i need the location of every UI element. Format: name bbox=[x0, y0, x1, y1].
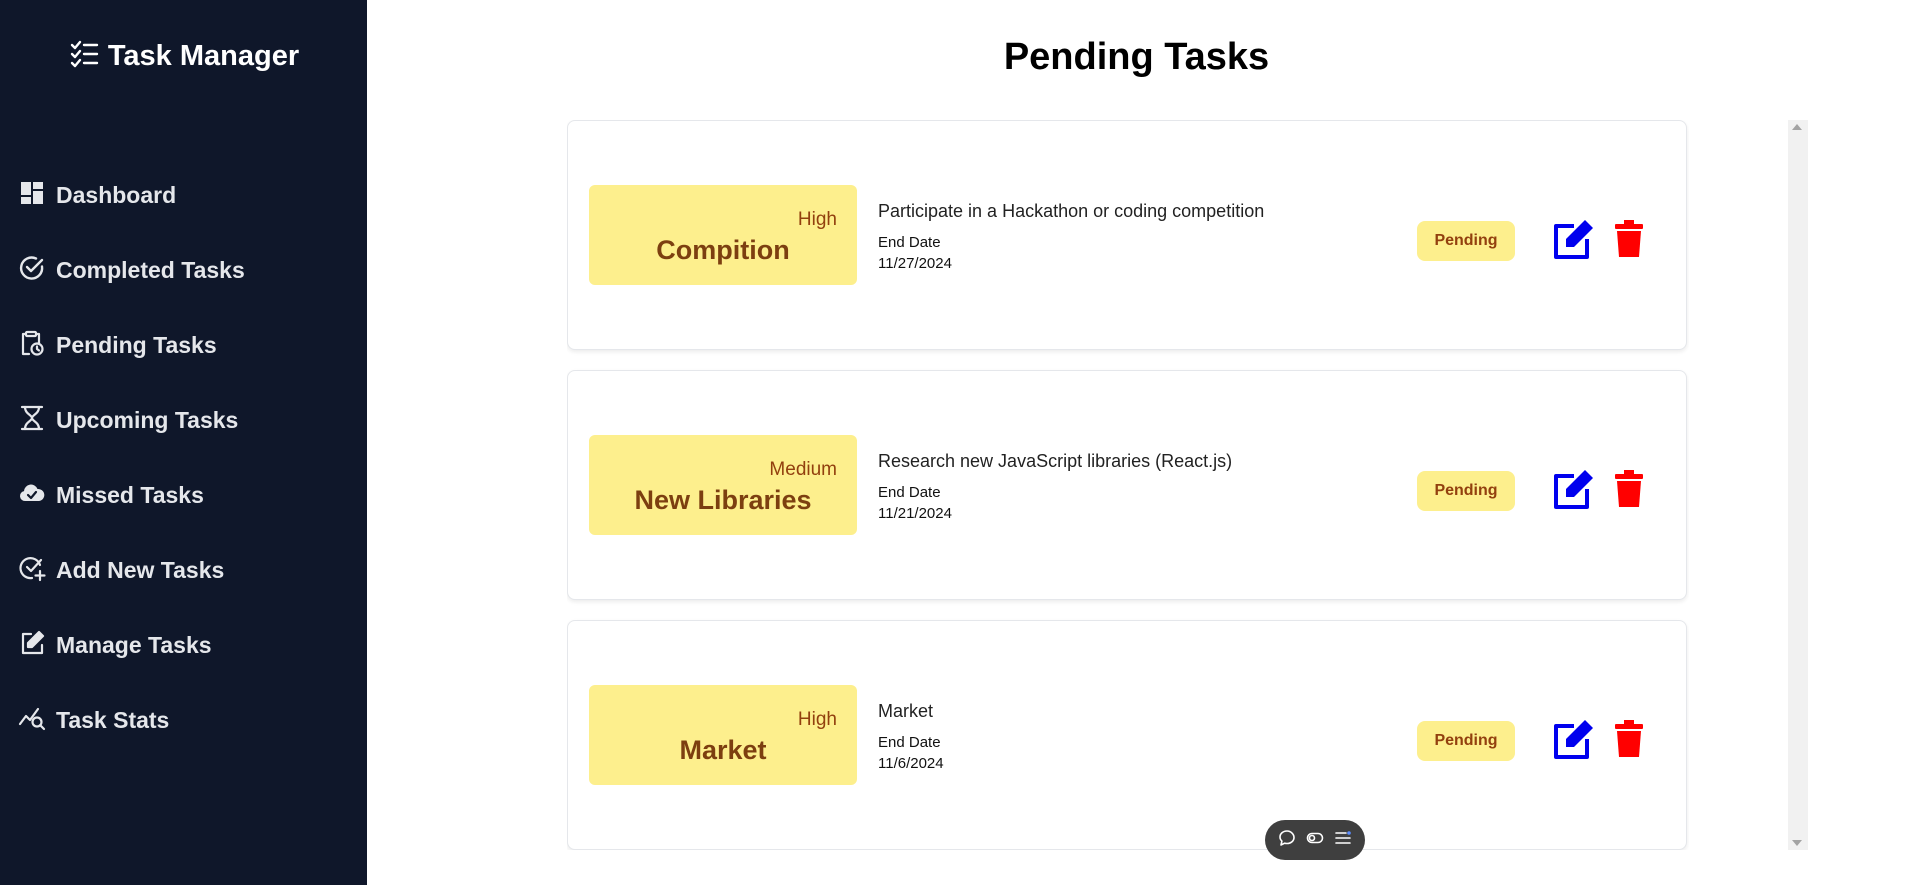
sidebar-item-dashboard[interactable]: Dashboard bbox=[0, 158, 367, 233]
sidebar-item-missed-tasks[interactable]: Missed Tasks bbox=[0, 458, 367, 533]
edit-icon bbox=[1554, 220, 1593, 259]
end-date-value: 11/21/2024 bbox=[878, 505, 952, 522]
toggle-icon[interactable] bbox=[1306, 829, 1324, 852]
task-description: Market bbox=[878, 701, 934, 721]
scroll-down-arrow-icon[interactable] bbox=[1792, 840, 1802, 846]
edit-button[interactable] bbox=[1552, 469, 1594, 511]
priority-label: High bbox=[797, 709, 837, 730]
sidebar: Task Manager Dashboard Completed Tasks P… bbox=[0, 0, 367, 885]
clipboard-clock-icon bbox=[18, 329, 46, 362]
cloud-check-icon bbox=[18, 479, 46, 512]
end-date-label: End Date bbox=[878, 234, 941, 251]
hourglass-icon bbox=[18, 404, 46, 437]
check-circle-icon bbox=[18, 254, 46, 287]
task-list-icon bbox=[68, 38, 100, 75]
status-badge: Pending bbox=[1417, 221, 1515, 261]
sidebar-item-label: Missed Tasks bbox=[56, 482, 204, 508]
edit-button[interactable] bbox=[1552, 719, 1594, 761]
task-badge: High Market bbox=[589, 685, 857, 785]
end-date-value: 11/6/2024 bbox=[878, 755, 944, 772]
task-title: Compition bbox=[656, 235, 790, 265]
task-info: Market End Date 11/6/2024 bbox=[878, 701, 944, 772]
task-title: Market bbox=[679, 735, 767, 765]
floating-toolbar bbox=[1265, 820, 1365, 860]
sidebar-item-task-stats[interactable]: Task Stats bbox=[0, 683, 367, 758]
task-info: Research new JavaScript libraries (React… bbox=[878, 451, 1232, 522]
brand[interactable]: Task Manager bbox=[0, 38, 367, 75]
task-info: Participate in a Hackathon or coding com… bbox=[878, 201, 1264, 272]
sidebar-item-label: Add New Tasks bbox=[56, 557, 225, 583]
sidebar-item-label: Manage Tasks bbox=[56, 632, 212, 658]
chat-icon[interactable] bbox=[1278, 829, 1296, 852]
edit-icon bbox=[1554, 470, 1593, 509]
task-badge: High Compition bbox=[589, 185, 857, 285]
stats-search-icon bbox=[18, 704, 46, 737]
priority-label: Medium bbox=[769, 459, 837, 480]
edit-button[interactable] bbox=[1552, 219, 1594, 261]
sidebar-item-label: Dashboard bbox=[56, 182, 177, 208]
priority-label: High bbox=[797, 209, 837, 230]
add-task-icon bbox=[18, 554, 46, 587]
sidebar-item-upcoming-tasks[interactable]: Upcoming Tasks bbox=[0, 383, 367, 458]
trash-icon bbox=[1615, 720, 1643, 757]
sidebar-item-label: Task Stats bbox=[56, 707, 170, 733]
sidebar-item-pending-tasks[interactable]: Pending Tasks bbox=[0, 308, 367, 383]
menu-icon[interactable] bbox=[1334, 829, 1352, 852]
task-card: Medium New Libraries Research new JavaSc… bbox=[567, 370, 1687, 600]
task-card: High Market Market End Date 11/6/2024 Pe… bbox=[567, 620, 1687, 850]
sidebar-item-label: Upcoming Tasks bbox=[56, 407, 239, 433]
scroll-up-arrow-icon[interactable] bbox=[1792, 124, 1802, 130]
sidebar-item-label: Completed Tasks bbox=[56, 257, 245, 283]
sidebar-nav: Dashboard Completed Tasks Pending Tasks … bbox=[0, 158, 367, 758]
trash-icon bbox=[1615, 470, 1643, 507]
delete-button[interactable] bbox=[1614, 719, 1644, 759]
sidebar-item-completed-tasks[interactable]: Completed Tasks bbox=[0, 233, 367, 308]
task-description: Participate in a Hackathon or coding com… bbox=[878, 201, 1265, 221]
delete-button[interactable] bbox=[1614, 219, 1644, 259]
end-date-value: 11/27/2024 bbox=[878, 255, 952, 272]
task-description: Research new JavaScript libraries (React… bbox=[878, 451, 1233, 471]
sidebar-item-label: Pending Tasks bbox=[56, 332, 217, 358]
page-title: Pending Tasks bbox=[1003, 36, 1270, 78]
edit-icon bbox=[1554, 720, 1593, 759]
task-card: High Compition Participate in a Hackatho… bbox=[567, 120, 1687, 350]
main-content: Pending Tasks High Compition Participate… bbox=[367, 0, 1906, 885]
status-badge: Pending bbox=[1417, 471, 1515, 511]
scrollbar[interactable] bbox=[1788, 120, 1808, 850]
task-list[interactable]: High Compition Participate in a Hackatho… bbox=[567, 120, 1689, 850]
end-date-label: End Date bbox=[878, 734, 941, 751]
delete-button[interactable] bbox=[1614, 469, 1644, 509]
end-date-label: End Date bbox=[878, 484, 941, 501]
task-title: New Libraries bbox=[634, 485, 812, 515]
trash-icon bbox=[1615, 220, 1643, 257]
sidebar-item-manage-tasks[interactable]: Manage Tasks bbox=[0, 608, 367, 683]
status-badge: Pending bbox=[1417, 721, 1515, 761]
dashboard-icon bbox=[18, 179, 46, 212]
sidebar-item-add-new-tasks[interactable]: Add New Tasks bbox=[0, 533, 367, 608]
app-title: Task Manager bbox=[107, 40, 300, 72]
edit-square-icon bbox=[18, 629, 46, 662]
task-badge: Medium New Libraries bbox=[589, 435, 857, 535]
